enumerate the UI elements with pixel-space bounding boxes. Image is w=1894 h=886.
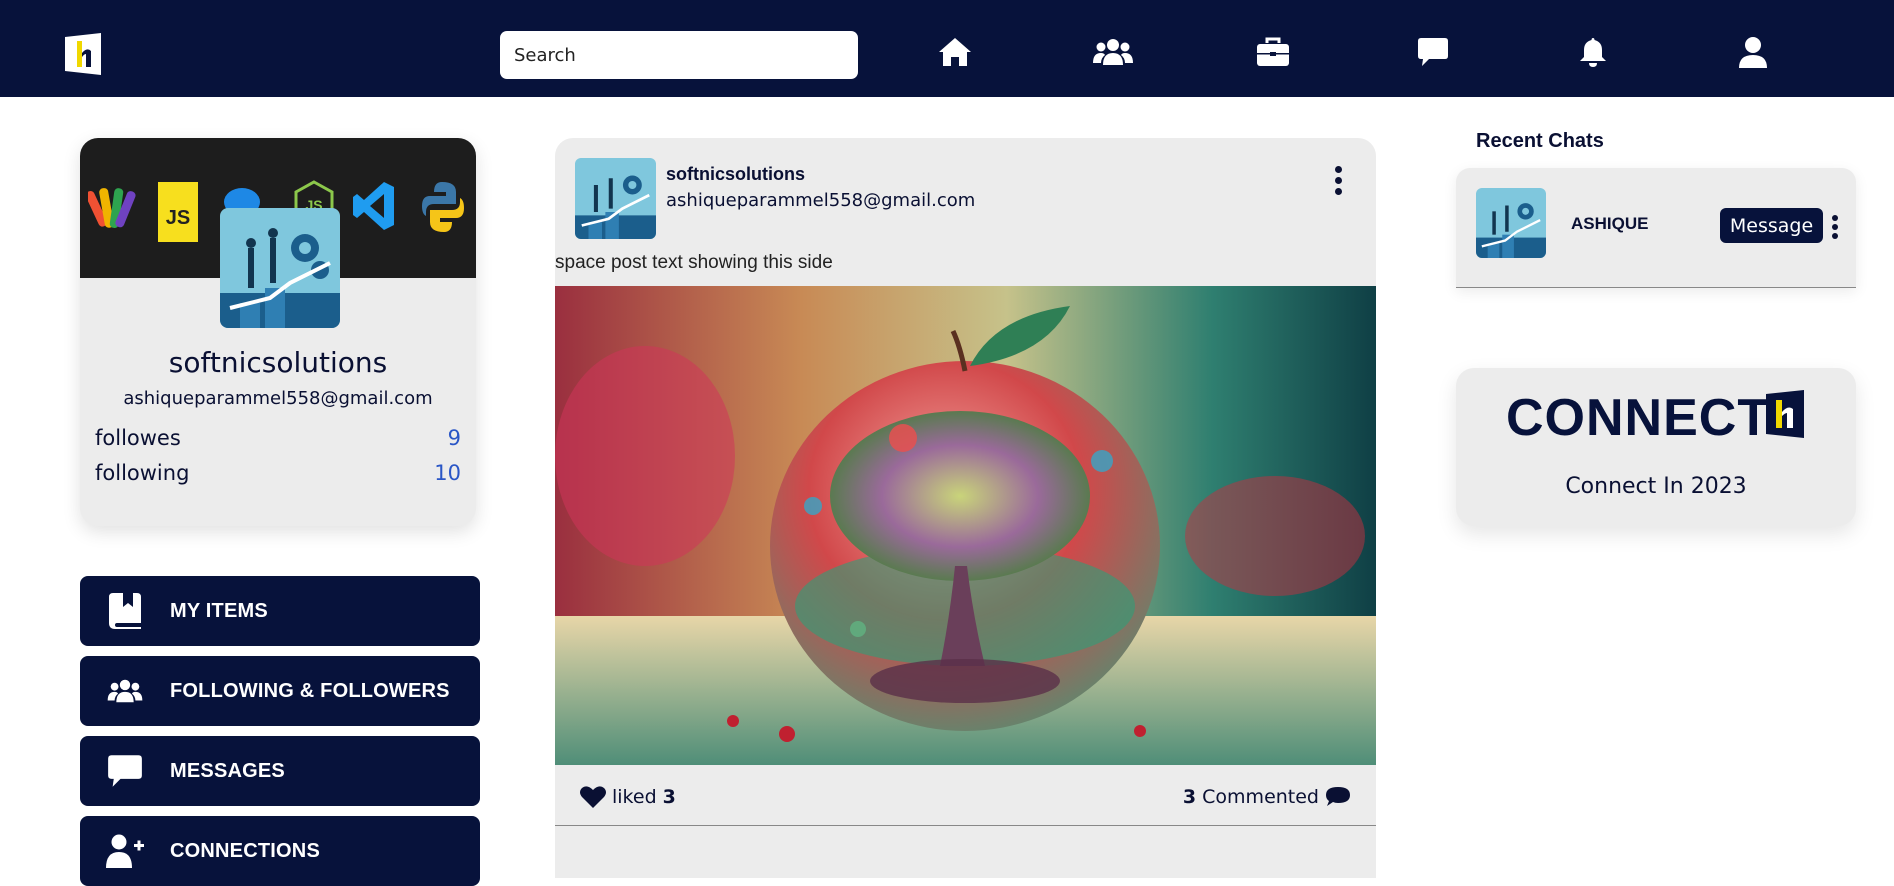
recent-chats-title: Recent Chats bbox=[1476, 130, 1604, 152]
followers-stat[interactable]: followes 9 bbox=[95, 426, 461, 450]
like-button[interactable]: liked 3 bbox=[580, 786, 676, 808]
following-stat[interactable]: following 10 bbox=[95, 461, 461, 485]
profile-email: ashiqueparammel558@gmail.com bbox=[123, 388, 433, 409]
users-icon[interactable] bbox=[1093, 32, 1133, 72]
vscode-icon bbox=[353, 182, 394, 230]
git-icon bbox=[88, 188, 136, 228]
comment-icon bbox=[1326, 787, 1350, 806]
post-author-avatar[interactable] bbox=[575, 158, 656, 239]
top-navbar bbox=[0, 0, 1894, 97]
app-logo[interactable] bbox=[63, 33, 103, 75]
chat-icon bbox=[80, 753, 170, 789]
users-icon bbox=[80, 678, 170, 704]
search-input[interactable] bbox=[500, 31, 858, 79]
chat-contact-name: ASHIQUE bbox=[1571, 214, 1649, 233]
briefcase-icon[interactable] bbox=[1253, 32, 1293, 72]
followers-label: followes bbox=[95, 426, 181, 450]
promo-title: CONNECT bbox=[1506, 389, 1771, 447]
post-footer: liked 3 3 Commented bbox=[555, 768, 1376, 826]
message-button[interactable]: Message bbox=[1720, 208, 1823, 243]
sidebar-item-label: MY ITEMS bbox=[170, 599, 268, 622]
liked-label: liked bbox=[612, 786, 657, 808]
connect-promo-card: CONNECT Connect In 2023 bbox=[1456, 368, 1856, 526]
chat-icon[interactable] bbox=[1413, 32, 1453, 72]
commented-label: Commented bbox=[1202, 786, 1319, 808]
post-image[interactable] bbox=[555, 286, 1376, 765]
javascript-icon: JS bbox=[158, 182, 198, 242]
chat-more-options-icon[interactable] bbox=[1829, 215, 1841, 239]
heart-icon bbox=[580, 786, 606, 808]
promo-subtitle: Connect In 2023 bbox=[1565, 474, 1747, 499]
chat-avatar[interactable] bbox=[1476, 188, 1546, 258]
sidebar-item-following-followers[interactable]: FOLLOWING & FOLLOWERS bbox=[80, 656, 480, 726]
user-icon[interactable] bbox=[1733, 32, 1773, 72]
bookmark-book-icon bbox=[80, 593, 170, 629]
followers-count: 9 bbox=[447, 426, 461, 450]
post-more-options-icon[interactable] bbox=[1332, 166, 1344, 195]
liked-count: 3 bbox=[662, 786, 676, 808]
connect-logo-icon bbox=[1766, 390, 1804, 438]
sidebar-item-messages[interactable]: MESSAGES bbox=[80, 736, 480, 806]
bell-icon[interactable] bbox=[1573, 32, 1613, 72]
profile-card: JS JS softnicsolutions ashiqueparammel55… bbox=[80, 138, 476, 526]
sidebar-item-connections[interactable]: CONNECTIONS bbox=[80, 816, 480, 886]
comment-count: 3 bbox=[1182, 786, 1197, 808]
sidebar-item-my-items[interactable]: MY ITEMS bbox=[80, 576, 480, 646]
svg-text:JS: JS bbox=[166, 207, 190, 229]
comment-button[interactable]: 3 Commented bbox=[1183, 786, 1351, 808]
post-author-email: ashiqueparammel558@gmail.com bbox=[666, 190, 976, 211]
following-count: 10 bbox=[434, 461, 461, 485]
home-icon[interactable] bbox=[935, 32, 975, 72]
profile-name: softnicsolutions bbox=[168, 346, 388, 379]
python-icon bbox=[422, 182, 464, 232]
sidebar-item-label: FOLLOWING & FOLLOWERS bbox=[170, 679, 450, 702]
sidebar-item-label: MESSAGES bbox=[170, 759, 285, 782]
post-author-name[interactable]: softnicsolutions bbox=[666, 164, 805, 185]
sidebar-item-label: CONNECTIONS bbox=[170, 839, 320, 862]
recent-chat-item[interactable]: ASHIQUE Message bbox=[1456, 168, 1856, 288]
post-text: space post text showing this side bbox=[555, 252, 833, 273]
following-label: following bbox=[95, 461, 190, 485]
user-plus-icon bbox=[80, 834, 170, 868]
post-card: softnicsolutions ashiqueparammel558@gmai… bbox=[555, 138, 1376, 878]
profile-avatar[interactable] bbox=[220, 208, 340, 328]
